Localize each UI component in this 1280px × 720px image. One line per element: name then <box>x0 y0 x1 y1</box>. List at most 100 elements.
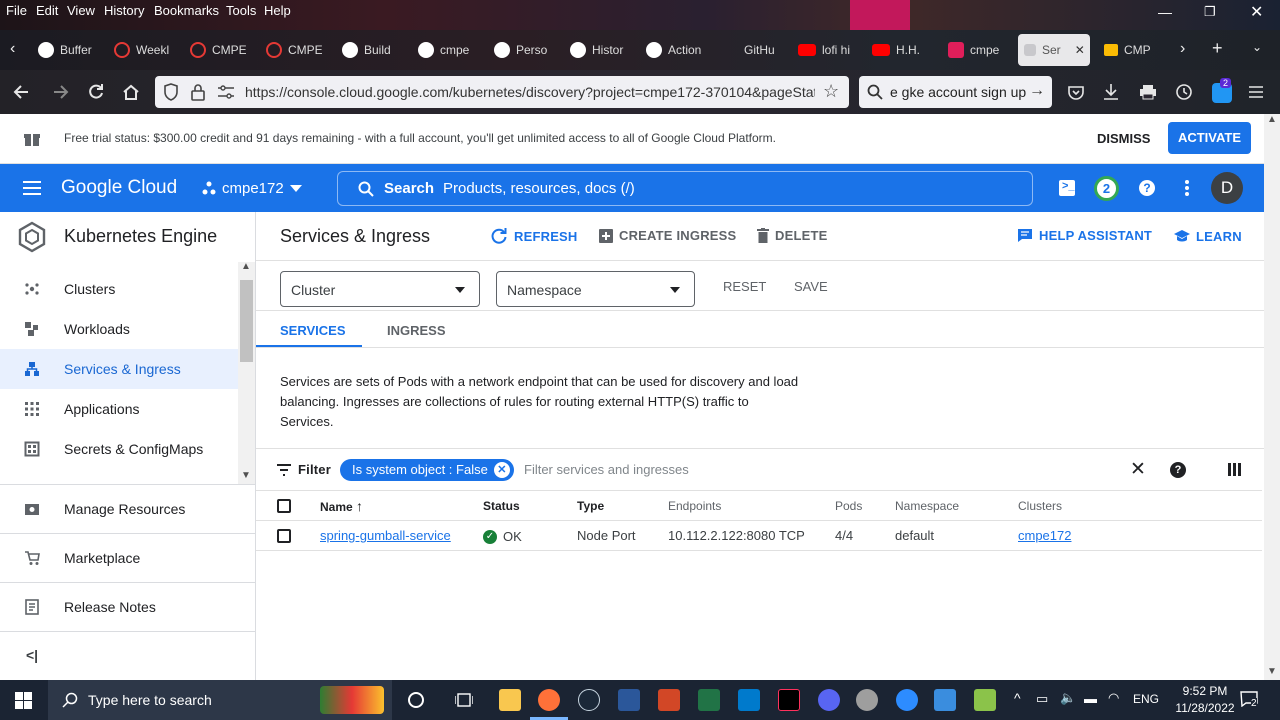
filter-button[interactable]: Filter <box>276 462 331 477</box>
refresh-button[interactable]: REFRESH <box>490 227 578 245</box>
sidebar-item-marketplace[interactable]: Marketplace <box>0 538 238 578</box>
zoom-icon[interactable] <box>896 689 918 711</box>
search-go-icon[interactable]: → <box>1029 82 1045 100</box>
tab-history[interactable]: Histor <box>570 38 626 62</box>
scroll-up-icon[interactable]: ▲ <box>241 261 251 272</box>
tab-scroll-right-icon[interactable]: › <box>1180 40 1185 58</box>
chip-remove-icon[interactable]: ✕ <box>493 462 510 478</box>
cluster-link[interactable]: cmpe172 <box>1018 528 1071 543</box>
menu-file[interactable]: File <box>6 3 27 18</box>
sidebar-scrollbar-thumb[interactable] <box>240 280 253 362</box>
scroll-down-icon[interactable]: ▼ <box>1267 666 1277 677</box>
tab-services-active[interactable]: Ser ✕ <box>1018 34 1090 66</box>
url-text[interactable]: https://console.cloud.google.com/kuberne… <box>245 84 815 100</box>
filter-input[interactable]: Filter services and ingresses <box>524 462 689 477</box>
tab-cmpe-2[interactable]: CMPE <box>266 38 322 62</box>
sidebar-item-applications[interactable]: Applications <box>0 389 238 429</box>
notifications-badge[interactable]: 2 <box>1094 176 1119 201</box>
column-endpoints[interactable]: Endpoints <box>668 490 835 521</box>
tab-weekly[interactable]: Weekl <box>114 38 172 62</box>
close-window-icon[interactable]: ✕ <box>1250 2 1263 22</box>
save-button[interactable]: SAVE <box>794 279 828 294</box>
column-status[interactable]: Status <box>483 490 577 521</box>
menu-help[interactable]: Help <box>264 3 291 18</box>
home-icon[interactable] <box>121 82 141 102</box>
tab-ingress[interactable]: INGRESS <box>387 323 446 338</box>
lock-icon[interactable] <box>191 83 205 101</box>
discord-icon[interactable] <box>818 689 840 711</box>
help-icon[interactable]: ? <box>1139 180 1155 196</box>
tab-lofi[interactable]: lofi hi <box>798 38 854 62</box>
downloads-icon[interactable] <box>1103 83 1119 101</box>
forward-icon[interactable] <box>50 82 70 102</box>
column-type[interactable]: Type <box>577 490 668 521</box>
column-pods[interactable]: Pods <box>835 490 895 521</box>
dismiss-button[interactable]: DISMISS <box>1097 131 1150 146</box>
reload-icon[interactable] <box>86 82 106 102</box>
browser-search-text[interactable]: e gke account sign up <box>890 84 1026 100</box>
collapse-sidebar-icon[interactable]: <| <box>26 647 38 663</box>
google-cloud-logo[interactable]: Google Cloud <box>61 177 177 199</box>
url-bar[interactable]: https://console.cloud.google.com/kuberne… <box>155 76 849 108</box>
history-icon[interactable] <box>1175 83 1193 101</box>
cloud-shell-icon[interactable]: >_ <box>1059 180 1075 196</box>
namespace-select[interactable]: Namespace <box>496 271 695 307</box>
menu-view[interactable]: View <box>67 3 95 18</box>
tab-buffer[interactable]: Buffer <box>38 38 96 62</box>
sidebar-item-release-notes[interactable]: Release Notes <box>0 587 238 627</box>
pocket-icon[interactable] <box>1068 84 1084 100</box>
tab-services[interactable]: SERVICES <box>280 323 346 338</box>
photos-icon[interactable] <box>934 689 956 711</box>
create-ingress-button[interactable]: CREATE INGRESS <box>599 228 736 243</box>
paint-icon[interactable] <box>856 689 878 711</box>
notepad-icon[interactable] <box>974 689 996 711</box>
clear-filter-icon[interactable]: ✕ <box>1130 458 1146 481</box>
restore-icon[interactable]: ❐ <box>1204 4 1216 20</box>
menu-history[interactable]: History <box>104 3 144 18</box>
taskbar-search[interactable]: Type here to search <box>48 680 392 720</box>
sidebar-item-manage-resources[interactable]: Manage Resources <box>0 489 238 529</box>
project-selector[interactable]: cmpe172 <box>222 180 284 197</box>
help-assistant-button[interactable]: HELP ASSISTANT <box>1017 228 1152 243</box>
more-options-icon[interactable] <box>1184 179 1190 197</box>
sidebar-item-services-ingress[interactable]: Services & Ingress <box>0 349 238 389</box>
avatar[interactable]: D <box>1211 172 1243 204</box>
activate-button[interactable]: ACTIVATE <box>1168 122 1251 154</box>
search-placeholder[interactable]: Products, resources, docs (/) <box>443 180 635 197</box>
file-explorer-icon[interactable] <box>499 689 521 711</box>
column-namespace[interactable]: Namespace <box>895 490 1018 521</box>
cortana-icon[interactable] <box>408 692 424 708</box>
windows-start-icon[interactable] <box>15 692 32 709</box>
firefox-icon[interactable] <box>538 689 560 711</box>
tab-cmpe-1[interactable]: CMPE <box>190 38 246 62</box>
bookmark-star-icon[interactable]: ☆ <box>823 81 839 102</box>
intellij-icon[interactable] <box>778 689 800 711</box>
scroll-down-icon[interactable]: ▼ <box>241 470 251 481</box>
filter-help-icon[interactable]: ? <box>1170 462 1186 478</box>
tab-cmp-drive[interactable]: CMP <box>1104 38 1164 62</box>
tab-hh[interactable]: H.H. <box>872 38 928 62</box>
vscode-icon[interactable] <box>738 689 760 711</box>
service-name-link[interactable]: spring-gumball-service <box>320 528 451 543</box>
select-all-checkbox[interactable] <box>277 498 291 513</box>
print-icon[interactable] <box>1139 84 1157 100</box>
tab-slack[interactable]: cmpe <box>948 38 1004 62</box>
tab-scroll-left-icon[interactable]: ‹ <box>10 40 15 58</box>
clock-time[interactable]: 9:52 PM <box>1174 684 1236 698</box>
new-tab-icon[interactable]: + <box>1212 38 1223 59</box>
project-dropdown-icon[interactable] <box>290 185 302 192</box>
battery-tray-icon[interactable]: ▭ <box>1036 691 1048 707</box>
delete-button[interactable]: DELETE <box>757 228 827 243</box>
excel-icon[interactable] <box>698 689 720 711</box>
sidebar-item-workloads[interactable]: Workloads <box>0 309 238 349</box>
shield-icon[interactable] <box>163 83 179 101</box>
scroll-up-icon[interactable]: ▲ <box>1267 114 1277 125</box>
column-clusters[interactable]: Clusters <box>1018 490 1262 521</box>
taskbar-search-placeholder[interactable]: Type here to search <box>88 692 212 708</box>
main-menu-icon[interactable] <box>22 180 42 196</box>
reset-button[interactable]: RESET <box>723 279 766 294</box>
minimize-icon[interactable]: — <box>1158 4 1172 20</box>
task-view-icon[interactable] <box>455 692 473 708</box>
learn-button[interactable]: LEARN <box>1174 229 1242 244</box>
sidebar-item-secrets-configmaps[interactable]: Secrets & ConfigMaps <box>0 429 238 469</box>
